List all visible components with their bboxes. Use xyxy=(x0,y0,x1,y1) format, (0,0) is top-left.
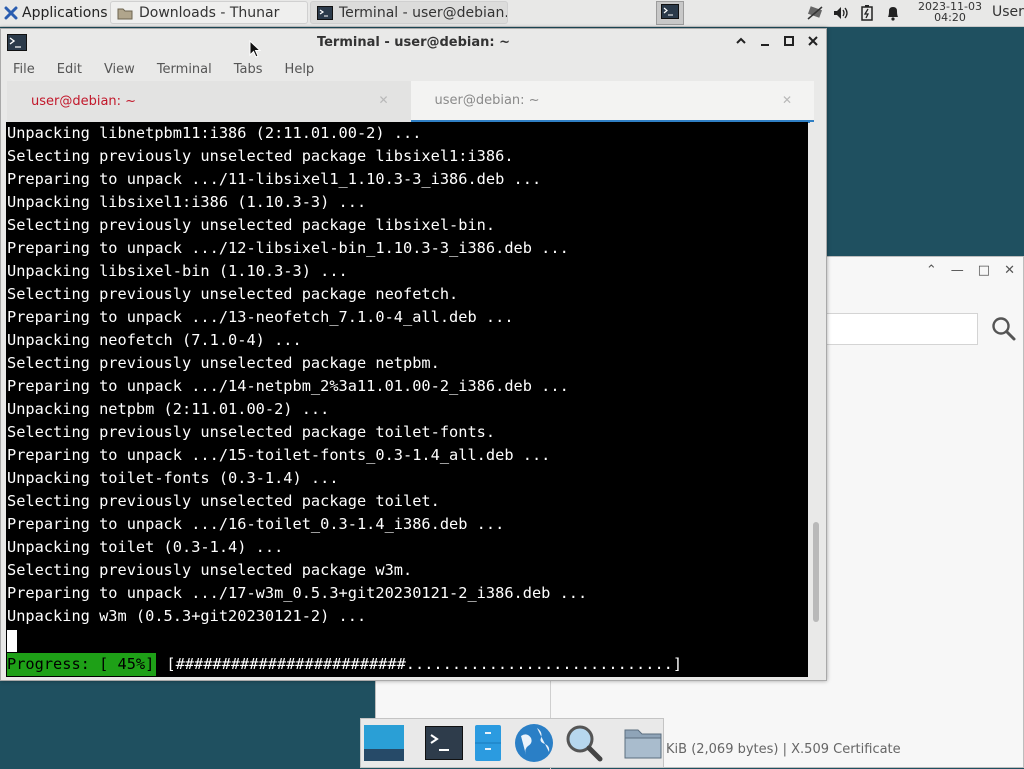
terminal-icon xyxy=(661,3,679,23)
menu-tabs[interactable]: Tabs xyxy=(234,62,263,77)
terminal-output-lines: Unpacking libnetpbm11:i386 (2:11.01.00-2… xyxy=(7,122,587,628)
folder-icon xyxy=(117,6,133,20)
terminal-output-line: Selecting previously unselected package … xyxy=(7,147,514,165)
web-browser-icon[interactable] xyxy=(513,721,555,765)
menu-file[interactable]: File xyxy=(13,62,35,77)
tray-terminal-launcher[interactable] xyxy=(656,1,684,25)
terminal-output-line: Preparing to unpack .../15-toilet-fonts_… xyxy=(7,446,551,464)
terminal-cursor xyxy=(7,630,17,652)
progress-label: Progress: [ 45%] xyxy=(7,653,157,676)
terminal-output-line: Selecting previously unselected package … xyxy=(7,423,496,441)
minimize-icon[interactable] xyxy=(758,34,772,48)
taskbar-thunar-button[interactable]: Downloads - Thunar xyxy=(110,1,308,24)
system-tray xyxy=(806,4,902,22)
progress-bar-text: [#########################..............… xyxy=(166,655,683,673)
terminal-tab-1[interactable]: user@debian: ~ ✕ xyxy=(7,81,411,123)
thunar-maximize-chevron-icon[interactable]: ⌃ xyxy=(926,263,937,278)
terminal-output-line: Unpacking libsixel-bin (1.10.3-3) ... xyxy=(7,262,348,280)
terminal-tabs: user@debian: ~ ✕ user@debian: ~ ✕ xyxy=(7,81,814,123)
menu-terminal[interactable]: Terminal xyxy=(157,62,212,77)
thunar-status-bar: KiB (2,069 bytes) | X.509 Certificate xyxy=(666,742,901,757)
terminal-icon[interactable] xyxy=(425,721,463,765)
menu-help[interactable]: Help xyxy=(285,62,315,77)
terminal-tab-label: user@debian: ~ xyxy=(31,94,137,109)
notification-bell-icon[interactable] xyxy=(884,4,902,22)
terminal-title-bar[interactable]: Terminal - user@debian: ~ xyxy=(1,29,826,57)
volume-icon[interactable] xyxy=(832,4,850,22)
user-menu[interactable]: User xyxy=(992,4,1024,20)
terminal-output-line: Unpacking libnetpbm11:i386 (2:11.01.00-2… xyxy=(7,124,422,142)
applications-menu-button[interactable]: Applications xyxy=(0,0,112,26)
terminal-output-line: Selecting previously unselected package … xyxy=(7,216,496,234)
battery-icon[interactable] xyxy=(858,4,876,22)
terminal-window[interactable]: Terminal - user@debian: ~ File Edit View… xyxy=(0,28,827,681)
home-folder-icon[interactable] xyxy=(623,721,663,765)
panel-clock[interactable]: 2023-11-03 04:20 xyxy=(912,1,988,23)
terminal-output-line: Selecting previously unselected package … xyxy=(7,285,459,303)
terminal-output-line: Unpacking neofetch (7.1.0-4) ... xyxy=(7,331,302,349)
terminal-output-line: Selecting previously unselected package … xyxy=(7,354,440,372)
terminal-output-line: Unpacking toilet (0.3-1.4) ... xyxy=(7,538,284,556)
close-icon[interactable] xyxy=(806,34,820,48)
mouse-pointer-icon xyxy=(249,39,262,62)
terminal-output-line: Preparing to unpack .../13-neofetch_7.1.… xyxy=(7,308,514,326)
top-panel: Applications Downloads - Thunar Terminal… xyxy=(0,0,1024,27)
tab-close-icon[interactable]: ✕ xyxy=(782,93,792,107)
terminal-window-title: Terminal - user@debian: ~ xyxy=(316,35,511,50)
thunar-location-field[interactable] xyxy=(826,313,978,345)
thunar-close-icon[interactable]: ✕ xyxy=(1004,263,1015,278)
menu-view[interactable]: View xyxy=(104,62,135,77)
terminal-scrollbar-thumb[interactable] xyxy=(813,522,819,622)
terminal-output-line: Preparing to unpack .../12-libsixel-bin_… xyxy=(7,239,569,257)
terminal-output-line: Unpacking libsixel1:i386 (1.10.3-3) ... xyxy=(7,193,367,211)
terminal-window-controls xyxy=(734,34,820,48)
taskbar-thunar-label: Downloads - Thunar xyxy=(139,4,280,21)
thunar-maximize-icon[interactable]: □ xyxy=(978,263,990,278)
terminal-scrollbar[interactable] xyxy=(810,122,822,677)
taskbar-terminal-button[interactable]: Terminal - user@debian... xyxy=(310,1,508,24)
thunar-minimize-icon[interactable]: — xyxy=(951,263,964,278)
terminal-output-line: Selecting previously unselected package … xyxy=(7,561,413,579)
xfce-logo-icon xyxy=(4,6,18,20)
terminal-menubar: File Edit View Terminal Tabs Help xyxy=(1,57,826,81)
taskbar-terminal-label: Terminal - user@debian... xyxy=(339,4,508,21)
file-manager-icon[interactable] xyxy=(473,721,503,765)
network-icon[interactable] xyxy=(806,4,824,22)
terminal-icon xyxy=(317,5,333,20)
terminal-output-line: Preparing to unpack .../14-netpbm_2%3a11… xyxy=(7,377,569,395)
maximize-icon[interactable] xyxy=(782,34,796,48)
terminal-output-line: Selecting previously unselected package … xyxy=(7,492,440,510)
terminal-output-line: Preparing to unpack .../16-toilet_0.3-1.… xyxy=(7,515,505,533)
chevron-up-icon[interactable] xyxy=(734,34,748,48)
dock xyxy=(360,718,664,768)
terminal-output-line: Preparing to unpack .../17-w3m_0.5.3+git… xyxy=(7,584,588,602)
terminal-output-line: Unpacking netpbm (2:11.01.00-2) ... xyxy=(7,400,330,418)
terminal-tab-label: user@debian: ~ xyxy=(434,93,540,108)
app-finder-icon[interactable] xyxy=(565,721,603,765)
terminal-output-line: Unpacking toilet-fonts (0.3-1.4) ... xyxy=(7,469,339,487)
tab-close-icon[interactable]: ✕ xyxy=(378,93,388,107)
terminal-tab-2[interactable]: user@debian: ~ ✕ xyxy=(410,81,814,123)
thunar-window-controls: ⌃ — □ ✕ xyxy=(926,263,1015,278)
terminal-output[interactable]: Unpacking libnetpbm11:i386 (2:11.01.00-2… xyxy=(6,122,808,677)
show-desktop-icon[interactable] xyxy=(363,721,405,765)
clock-time: 04:20 xyxy=(934,11,966,24)
terminal-output-line: Unpacking w3m (0.5.3+git20230121-2) ... xyxy=(7,607,367,625)
apt-progress-row: Progress: [ 45%] [######################… xyxy=(7,653,682,676)
applications-label: Applications xyxy=(22,5,108,21)
menu-edit[interactable]: Edit xyxy=(57,62,82,77)
terminal-output-line: Preparing to unpack .../11-libsixel1_1.1… xyxy=(7,170,542,188)
search-icon[interactable] xyxy=(991,316,1017,346)
